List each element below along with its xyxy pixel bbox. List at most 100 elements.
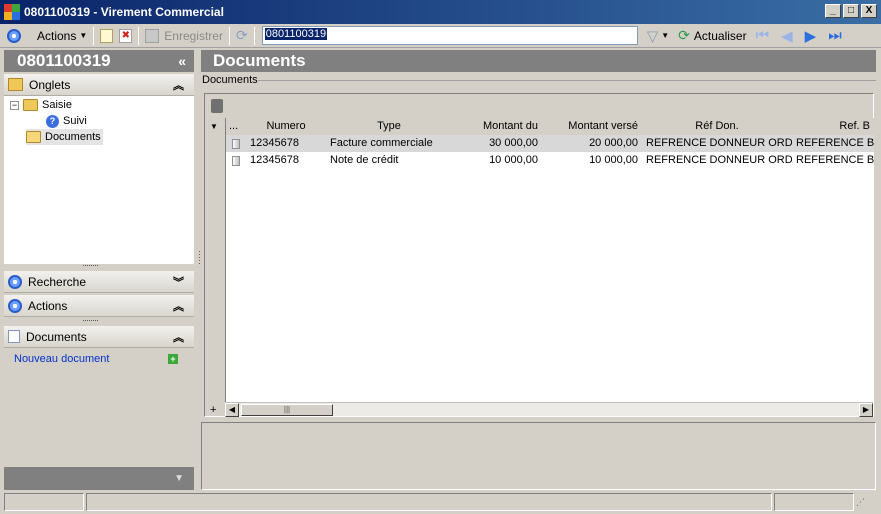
window-title: 0801100319 - Virement Commercial [24, 5, 224, 19]
actions-section-header[interactable]: Actions ︽ [4, 295, 194, 317]
column-header-numero[interactable]: Numero [246, 118, 326, 135]
add-icon[interactable]: + [168, 354, 178, 364]
tree-item-documents[interactable]: Documents [26, 129, 103, 145]
page-title: Documents [213, 51, 306, 70]
resize-grip[interactable]: ········ [82, 315, 99, 325]
cell-ref-don: REFRENCE DONNEUR ORDRE [646, 154, 792, 166]
folder-icon [8, 78, 23, 91]
tabs-tree: − Saisie ? Suivi Documents [4, 96, 194, 264]
documents-group-label: Documents [202, 74, 258, 86]
tree-label-saisie: Saisie [42, 99, 72, 111]
documents-header: Documents [201, 50, 876, 72]
save-button[interactable]: Enregistrer [142, 26, 226, 46]
cell-type: Note de crédit [330, 154, 399, 166]
sync-button[interactable]: ⟳ [233, 26, 251, 46]
scrollbar-thumb[interactable]: ||| [241, 403, 333, 416]
new-document-icon [100, 28, 114, 43]
row-handle[interactable] [226, 135, 246, 152]
actions-section-label: Actions [28, 298, 68, 313]
collapse-node-icon[interactable]: − [10, 100, 19, 110]
documents-section-header[interactable]: Documents ︽ [4, 326, 194, 348]
chevron-down-icon[interactable]: ▼ [174, 473, 184, 484]
refresh-label: Actualiser [693, 28, 747, 43]
status-bar: ⋰ [0, 491, 881, 514]
record-number: 0801100319 [17, 51, 111, 70]
chevron-down-icon[interactable]: ︾ [173, 274, 184, 290]
cell-montant-du: 10 000,00 [489, 154, 538, 166]
grid-row-indicator-column: ▼ + [205, 118, 225, 416]
search-input[interactable]: 0801100319 [261, 26, 638, 45]
new-document-link[interactable]: Nouveau document [14, 353, 109, 365]
tree-label-documents: Documents [45, 131, 101, 143]
last-record-icon[interactable]: ⏭ [828, 27, 842, 44]
tabs-section-header[interactable]: Onglets ︽ [4, 74, 194, 96]
horizontal-scrollbar[interactable]: ◀ ||| ▶ [225, 402, 873, 417]
resize-grip-icon[interactable]: ⋰ [856, 497, 865, 514]
filter-button[interactable]: ▽ [644, 26, 662, 46]
close-button[interactable]: X [861, 4, 877, 18]
tabs-section-label: Onglets [29, 77, 71, 92]
column-header-montant-verse[interactable]: Montant versé [542, 118, 642, 135]
record-header: 0801100319 « [4, 50, 194, 72]
delete-button[interactable]: ✖ [116, 26, 135, 46]
actions-section-icon [8, 298, 22, 313]
chevron-up-icon[interactable]: ︽ [173, 298, 184, 314]
chevron-up-icon[interactable]: ︽ [173, 329, 184, 345]
filter-dropdown-icon[interactable]: ▼ [661, 31, 669, 40]
table-row[interactable]: 12345678 Facture commerciale 30 000,00 2… [226, 135, 874, 152]
actions-label: Actions [37, 28, 77, 43]
info-icon: ? [46, 114, 59, 128]
column-header-menu[interactable]: ... [226, 118, 246, 135]
maximize-button[interactable]: □ [843, 4, 859, 18]
tree-label-suivi: Suivi [63, 115, 87, 127]
documents-section-label: Documents [26, 329, 87, 344]
delete-icon: ✖ [119, 28, 133, 43]
documents-grid: ▼ + ... Numero Type Montant du Montant v… [204, 93, 874, 417]
cell-ref-don: REFRENCE DONNEUR ORDRE [646, 137, 792, 149]
refresh-button[interactable]: ⟳ Actualiser [675, 26, 749, 46]
scroll-right-icon[interactable]: ▶ [859, 402, 873, 417]
sync-icon: ⟳ [235, 27, 248, 43]
search-section-icon [8, 274, 22, 289]
actions-menu-button[interactable]: Actions ▼ [4, 26, 90, 46]
column-header-montant-du[interactable]: Montant du [452, 118, 542, 135]
column-header-type[interactable]: Type [326, 118, 452, 135]
save-label: Enregistrer [164, 28, 223, 43]
new-button[interactable] [97, 26, 116, 46]
next-record-icon[interactable]: ▶ [805, 27, 817, 45]
resize-grip[interactable]: ········ [82, 260, 99, 270]
grid-header: ... Numero Type Montant du Montant versé… [226, 118, 874, 135]
add-row-icon[interactable]: + [210, 404, 216, 416]
search-section-header[interactable]: Recherche ︾ [4, 271, 194, 293]
column-header-ref-don[interactable]: Réf Don. [642, 118, 792, 135]
previous-record-icon[interactable]: ◀ [781, 27, 793, 45]
row-handle[interactable] [226, 152, 246, 169]
save-icon [145, 28, 160, 43]
column-header-ref-b[interactable]: Ref. B [792, 118, 874, 135]
grid-menu-icon[interactable]: ▼ [210, 122, 218, 131]
folder-icon [23, 99, 38, 111]
filter-icon: ▽ [646, 27, 659, 45]
detail-pane [201, 422, 876, 490]
cell-montant-du: 30 000,00 [489, 137, 538, 149]
app-icon [4, 4, 20, 20]
cell-ref-b: REFERENCE BE [796, 137, 874, 149]
tree-item-suivi[interactable]: ? Suivi [46, 113, 87, 129]
left-panel-footer[interactable]: ▼ [4, 467, 194, 490]
tree-item-saisie[interactable]: − Saisie [10, 97, 72, 113]
scroll-left-icon[interactable]: ◀ [225, 402, 239, 417]
chevron-up-icon[interactable]: ︽ [173, 77, 184, 93]
cell-montant-verse: 20 000,00 [589, 137, 638, 149]
table-row[interactable]: 12345678 Note de crédit 10 000,00 10 000… [226, 152, 874, 169]
minimize-button[interactable]: _ [825, 4, 841, 18]
search-input-value: 0801100319 [264, 28, 328, 40]
collapse-panel-icon[interactable]: « [178, 50, 186, 72]
cell-numero: 12345678 [250, 137, 299, 149]
grid-document-icon[interactable] [211, 99, 223, 113]
main-toolbar: Actions ▼ ✖ Enregistrer ⟳ 0801100319 ▽ ▼… [0, 24, 881, 48]
cell-montant-verse: 10 000,00 [589, 154, 638, 166]
first-record-icon[interactable]: ⏮ [756, 27, 770, 44]
refresh-icon: ⟳ [678, 27, 690, 43]
chevron-down-icon: ▼ [79, 31, 88, 40]
title-bar: 0801100319 - Virement Commercial _ □ X [0, 0, 881, 24]
